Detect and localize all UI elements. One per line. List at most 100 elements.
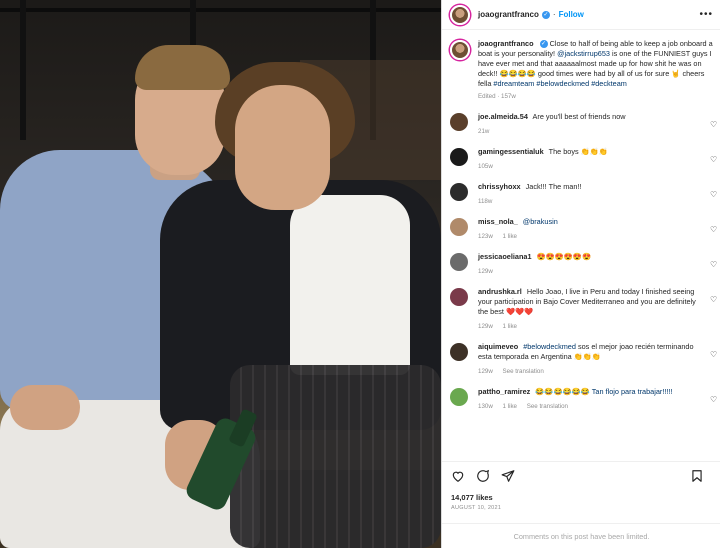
avatar[interactable]	[450, 343, 468, 361]
comment-text: Jack!!! The man!!	[525, 182, 582, 191]
comment-hashtag[interactable]: #belowdeckmed	[523, 342, 576, 351]
comment-text-link: Tan flojo para trabajar!!!!!	[591, 387, 673, 396]
comment: joe.almeida.54 Are you'll best of friend…	[442, 106, 720, 141]
comment-time: 105w	[478, 163, 493, 170]
comment-body: andrushka.rl Hello Joao, I live in Peru …	[478, 287, 703, 332]
avatar[interactable]	[450, 40, 470, 60]
comment-username[interactable]: miss_nola_	[478, 217, 518, 226]
caption-hashtag[interactable]: #deckteam	[591, 79, 627, 88]
comment-time: 129w	[478, 323, 493, 330]
heart-icon[interactable]: ♡	[710, 226, 718, 234]
caption-emoji: 🤘	[671, 69, 681, 78]
comment-meta: 123w 1 like	[478, 232, 703, 242]
comment: aiquimeveo #belowdeckmed sos el mejor jo…	[442, 336, 720, 381]
comment: andrushka.rl Hello Joao, I live in Peru …	[442, 281, 720, 336]
heart-icon[interactable]	[451, 469, 465, 483]
comment-mention[interactable]: @brakusin	[523, 217, 558, 226]
comment-body: gamingessentialuk The boys 👏👏👏 105w	[478, 147, 703, 172]
instagram-post-modal: joaograntfranco ✓ · Follow ••• joaogrant…	[0, 0, 720, 548]
comment-username[interactable]: jessicaoeliana1	[478, 252, 532, 261]
caption-emoji: 😂😂😂😂	[499, 69, 536, 78]
comment-time: 21w	[478, 128, 490, 135]
heart-icon[interactable]: ♡	[710, 351, 718, 359]
comment-icon[interactable]	[476, 469, 490, 483]
heart-icon[interactable]: ♡	[710, 156, 718, 164]
comment-body: aiquimeveo #belowdeckmed sos el mejor jo…	[478, 342, 703, 377]
comment-username[interactable]: joe.almeida.54	[478, 112, 528, 121]
post-photo[interactable]	[0, 0, 441, 548]
comment-username[interactable]: andrushka.rl	[478, 287, 522, 296]
share-icon[interactable]	[501, 469, 515, 483]
comment: miss_nola_ @brakusin 123w 1 like ♡	[442, 211, 720, 246]
comment-body: chrissyhoxx Jack!!! The man!! 118w	[478, 182, 703, 207]
avatar[interactable]	[450, 288, 468, 306]
comment: chrissyhoxx Jack!!! The man!! 118w ♡	[442, 176, 720, 211]
comment-body: joe.almeida.54 Are you'll best of friend…	[478, 112, 703, 137]
right-person-pants	[230, 365, 441, 548]
see-translation-link[interactable]: See translation	[527, 403, 568, 410]
avatar[interactable]	[450, 253, 468, 271]
separator-dot: ·	[552, 10, 556, 19]
comment-username[interactable]: chrissyhoxx	[478, 182, 521, 191]
caption-meta: Edited · 157w	[478, 93, 516, 100]
comment-likes[interactable]: 1 like	[503, 233, 517, 240]
comment-time: 129w	[478, 368, 493, 375]
post-caption: joaograntfranco ✓ Close to half of being …	[442, 31, 720, 106]
comment-body: pattho_ramirez 😂😂😂😂😂😂 Tan flojo para tra…	[478, 387, 703, 412]
comments-scroll-area[interactable]: joaograntfranco ✓ Close to half of being …	[442, 31, 720, 461]
avatar[interactable]	[450, 148, 468, 166]
comments-limited-notice: Comments on this post have been limited.	[442, 523, 720, 548]
caption-mention[interactable]: @jackstirrup653	[557, 49, 610, 58]
comment-time: 130w	[478, 403, 493, 410]
avatar[interactable]	[450, 113, 468, 131]
comment: gamingessentialuk The boys 👏👏👏 105w ♡	[442, 141, 720, 176]
post-date: AUGUST 10, 2021	[451, 505, 502, 511]
comment-time: 123w	[478, 233, 493, 240]
comment-meta: 130w 1 like See translation	[478, 402, 703, 412]
caption-username[interactable]: joaograntfranco	[478, 39, 534, 48]
see-translation-link[interactable]: See translation	[503, 368, 544, 375]
bookmark-icon[interactable]	[690, 469, 704, 483]
avatar[interactable]	[450, 388, 468, 406]
comment-text: 😂😂😂😂😂😂	[535, 387, 590, 396]
verified-icon: ✓	[539, 40, 548, 49]
comment-likes[interactable]: 1 like	[503, 403, 517, 410]
heart-icon[interactable]: ♡	[710, 296, 718, 304]
comment-time: 118w	[478, 198, 493, 205]
caption-hashtag[interactable]: #dreamteam	[493, 79, 534, 88]
left-person-hand	[10, 385, 80, 430]
comment-username[interactable]: pattho_ramirez	[478, 387, 530, 396]
avatar[interactable]	[450, 183, 468, 201]
comment-meta: 21w	[478, 127, 703, 137]
post-side-panel: joaograntfranco ✓ · Follow ••• joaogrant…	[441, 0, 720, 548]
caption-text: good times were had by all of us for sur…	[537, 69, 670, 78]
comment-body: miss_nola_ @brakusin 123w 1 like	[478, 217, 703, 242]
comment-username[interactable]: gamingessentialuk	[478, 147, 544, 156]
comment-text: Are you'll best of friends now	[532, 112, 626, 121]
likes-count[interactable]: 14,077 likes	[451, 493, 493, 502]
heart-icon[interactable]: ♡	[710, 396, 718, 404]
comment-time: 129w	[478, 268, 493, 275]
comment-meta: 118w	[478, 197, 703, 207]
follow-button[interactable]: Follow	[559, 10, 584, 19]
comment-username[interactable]: aiquimeveo	[478, 342, 518, 351]
comment-text: 😍😍😍😍😍😍	[536, 252, 592, 261]
caption-hashtag[interactable]: #belowdeckmed	[536, 79, 589, 88]
caption-body: joaograntfranco ✓ Close to half of being …	[478, 39, 713, 102]
post-header: joaograntfranco ✓ · Follow •••	[442, 0, 720, 30]
avatar[interactable]	[450, 218, 468, 236]
post-actions-bar	[442, 461, 720, 489]
comment-text: The boys 👏👏👏	[548, 147, 608, 156]
comment-meta: 105w	[478, 162, 703, 172]
comment: jessicaoeliana1 😍😍😍😍😍😍 129w ♡	[442, 246, 720, 281]
comment-body: jessicaoeliana1 😍😍😍😍😍😍 129w	[478, 252, 703, 277]
heart-icon[interactable]: ♡	[710, 261, 718, 269]
comment-meta: 129w	[478, 267, 703, 277]
comment-meta: 129w 1 like	[478, 322, 703, 332]
avatar[interactable]	[450, 4, 470, 25]
heart-icon[interactable]: ♡	[710, 191, 718, 199]
post-username[interactable]: joaograntfranco	[478, 10, 539, 19]
more-icon[interactable]: •••	[699, 9, 713, 20]
comment-likes[interactable]: 1 like	[503, 323, 517, 330]
heart-icon[interactable]: ♡	[710, 121, 718, 129]
